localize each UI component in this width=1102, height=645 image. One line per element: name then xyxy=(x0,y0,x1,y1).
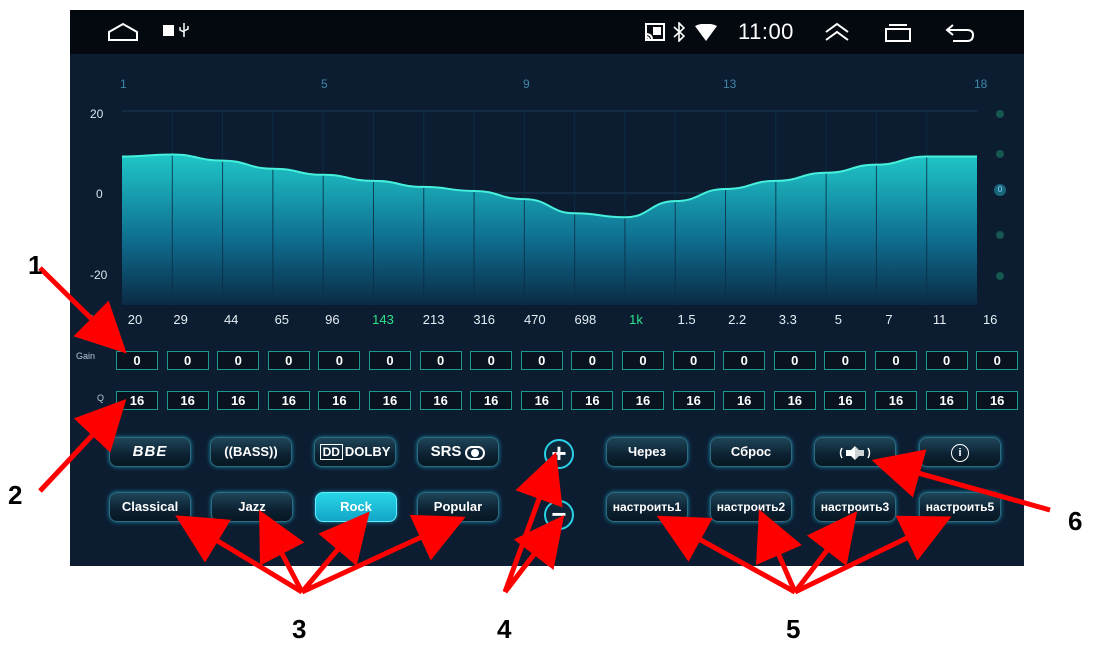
arrow-4a xyxy=(502,451,563,593)
callout-5: 5 xyxy=(786,614,801,644)
arrow-2 xyxy=(38,399,127,493)
arrow-5a xyxy=(656,515,797,595)
callout-4: 4 xyxy=(497,614,512,644)
arrow-5d xyxy=(793,515,952,595)
arrow-3c xyxy=(300,511,370,594)
callout-1: 1 xyxy=(28,250,43,280)
arrow-3d xyxy=(300,514,466,595)
callout-2: 2 xyxy=(8,480,23,510)
callout-6: 6 xyxy=(1068,506,1083,536)
arrow-6 xyxy=(871,449,1051,513)
annotation-arrows xyxy=(38,266,1051,595)
arrow-4b xyxy=(503,515,565,594)
callout-3: 3 xyxy=(292,614,307,644)
arrow-1 xyxy=(38,266,127,354)
